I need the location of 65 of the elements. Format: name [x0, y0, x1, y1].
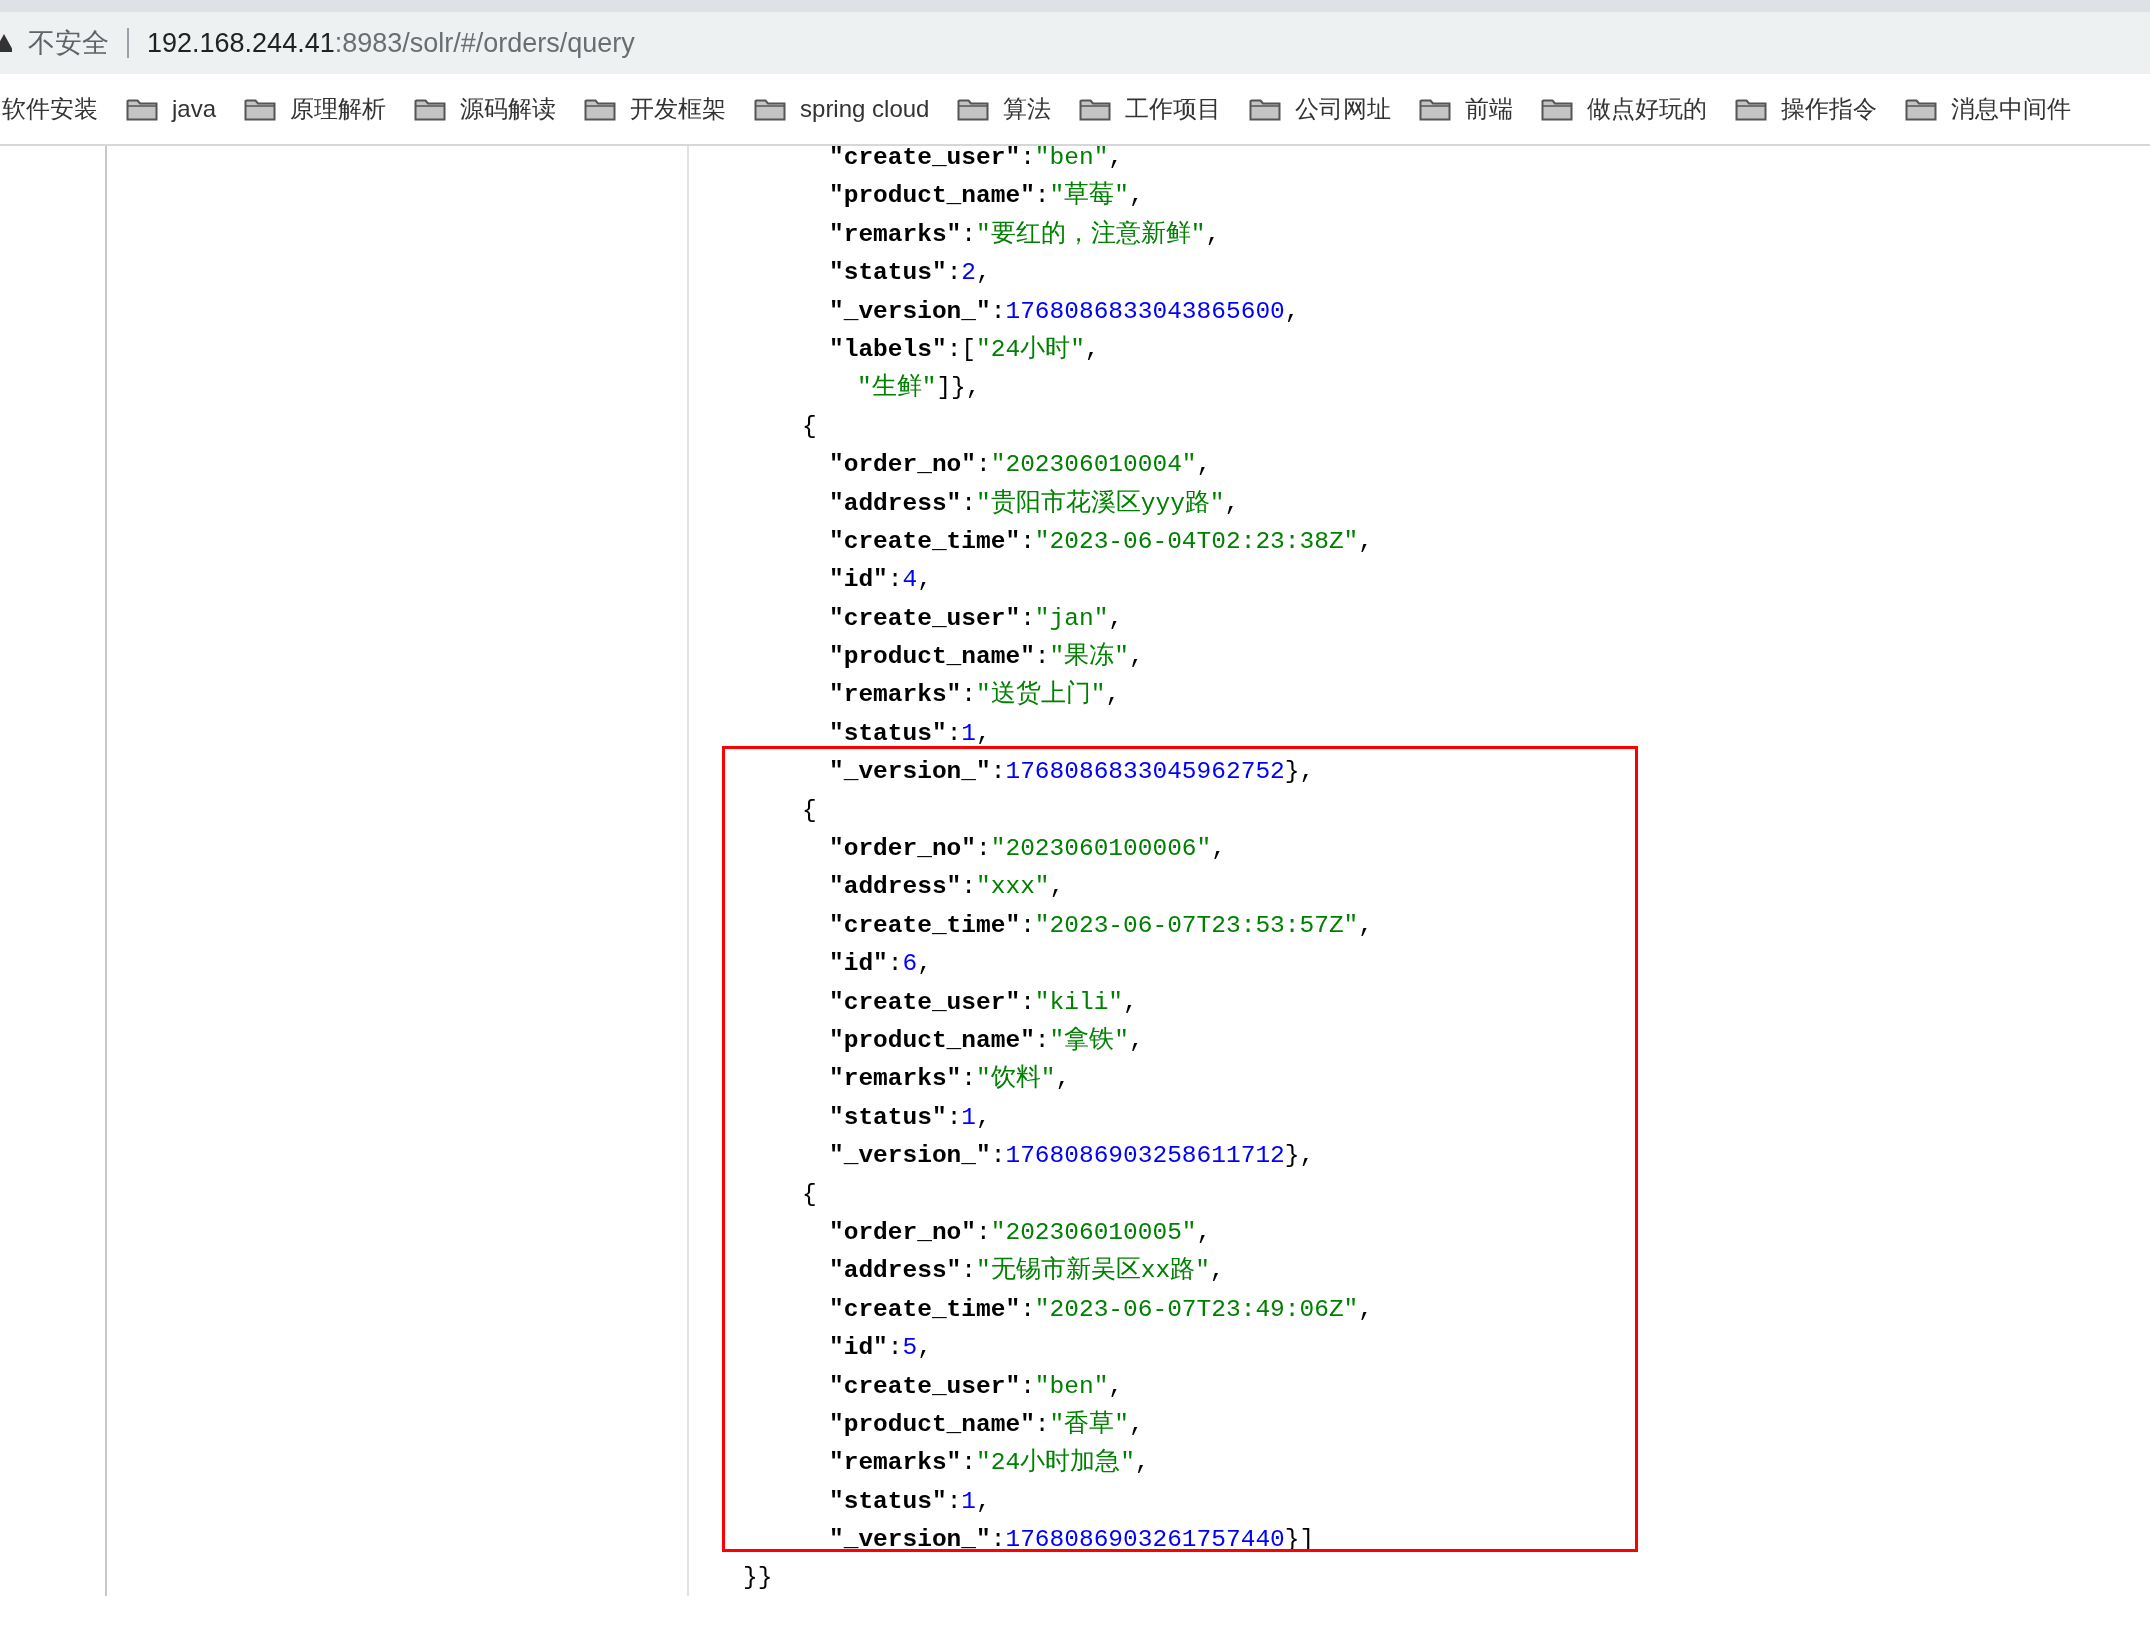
json-line: "status":2, [828, 258, 992, 289]
folder-icon[interactable] [1905, 97, 1938, 121]
json-line: "create_user":"ben", [828, 143, 1125, 173]
json-line: "remarks":"24小时加急", [828, 1447, 1151, 1479]
address-url[interactable]: 192.168.244.41:8983/solr/#/orders/query [147, 27, 635, 59]
bookmark-label[interactable]: java [172, 95, 217, 123]
json-line: "remarks":"要红的，注意新鲜", [828, 219, 1222, 250]
json-line: "id":5, [828, 1333, 933, 1364]
json-line: "labels":["24小时", [828, 334, 1101, 365]
folder-icon[interactable] [1249, 97, 1282, 121]
json-line: "create_user":"jan", [828, 603, 1125, 634]
bookmark-label[interactable]: 工作项目 [1125, 93, 1222, 125]
json-line: { [801, 795, 818, 826]
folder-icon[interactable] [244, 97, 277, 121]
folder-icon[interactable] [754, 97, 787, 121]
json-line: { [801, 411, 818, 442]
bookmark-label[interactable]: 前端 [1465, 93, 1514, 125]
json-line: "product_name":"香草", [828, 1409, 1145, 1440]
json-line: "create_user":"kili", [828, 987, 1139, 1018]
json-line: "remarks":"饮料", [828, 1063, 1072, 1095]
bookmark-label[interactable]: 做点好玩的 [1587, 93, 1708, 125]
folder-icon[interactable] [1541, 97, 1574, 121]
bookmark-label[interactable]: 开发框架 [630, 93, 727, 125]
json-line: "product_name":"拿铁", [828, 1025, 1145, 1056]
json-line: "address":"贵阳市花溪区yyy路", [828, 488, 1241, 519]
folder-icon[interactable] [584, 97, 617, 121]
json-line: "order_no":"2023060100006", [828, 834, 1227, 865]
json-line: "_version_":1768086903258611712}, [828, 1141, 1316, 1172]
json-line: "order_no":"202306010004", [828, 450, 1213, 481]
folder-icon[interactable] [957, 97, 990, 121]
json-line: "address":"无锡市新吴区xx路", [828, 1255, 1226, 1287]
json-line: "_version_":1768086833043865600, [828, 296, 1301, 327]
json-line: { [801, 1179, 818, 1210]
json-line: "create_time":"2023-06-07T23:49:06Z", [828, 1294, 1373, 1325]
json-line: }} [743, 1563, 774, 1594]
bookmark-label[interactable]: spring cloud [800, 95, 930, 123]
json-line: "id":6, [828, 949, 933, 980]
bookmark-label[interactable]: 原理解析 [290, 93, 387, 125]
folder-icon[interactable] [1735, 97, 1768, 121]
json-line: "remarks":"送货上门", [828, 679, 1122, 711]
bookmark-label[interactable]: 消息中间件 [1951, 93, 2072, 125]
json-line: "status":1, [828, 1486, 992, 1517]
folder-icon[interactable] [1079, 97, 1112, 121]
json-line: "product_name":"果冻", [828, 641, 1145, 673]
json-line: "order_no":"202306010005", [828, 1217, 1213, 1248]
bookmark-label[interactable]: 操作指令 [1781, 93, 1878, 125]
folder-icon[interactable] [126, 97, 158, 121]
bookmark-label[interactable]: 源码解读 [460, 93, 557, 125]
bookmark-label[interactable]: 公司网址 [1295, 93, 1392, 125]
json-line: "status":1, [828, 718, 992, 749]
warning-icon [0, 32, 12, 54]
bookmark-label[interactable]: 算法 [1003, 93, 1052, 125]
folder-icon[interactable] [1419, 97, 1452, 121]
json-line: "_version_":1768086833045962752}, [828, 757, 1316, 788]
json-line: "create_time":"2023-06-07T23:53:57Z", [828, 910, 1373, 941]
json-line: "product_name":"草莓", [828, 180, 1145, 212]
security-label[interactable]: 不安全 [28, 25, 109, 61]
json-line: "id":4, [828, 565, 933, 596]
folder-icon[interactable] [414, 97, 447, 121]
json-line: "create_time":"2023-06-04T02:23:38Z", [828, 526, 1373, 557]
json-line: "create_user":"ben", [828, 1371, 1125, 1402]
bookmark-label[interactable]: 软件安装 [2, 93, 98, 125]
json-line: "生鲜"]}, [856, 372, 982, 404]
json-line: "address":"xxx", [828, 872, 1066, 903]
json-line: "status":1, [828, 1102, 992, 1133]
